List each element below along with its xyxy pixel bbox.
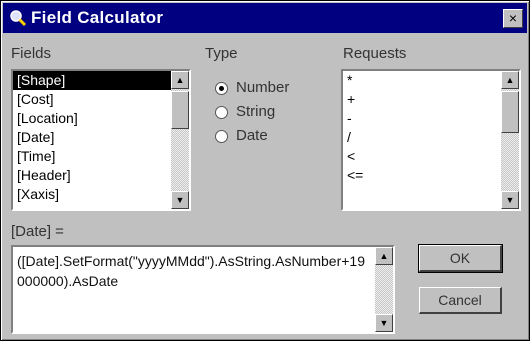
title-bar[interactable]: Field Calculator ×: [3, 3, 527, 33]
arrow-up-icon: ▲: [505, 75, 515, 85]
requests-list-item[interactable]: /: [343, 128, 501, 147]
fields-list-items: [Shape] [Cost] [Location] [Date] [Time] [Head…: [13, 71, 171, 209]
close-button[interactable]: ×: [503, 9, 523, 28]
requests-list[interactable]: * + - / < <= ▲ ▼: [341, 69, 521, 211]
field-calculator-dialog: Field Calculator × Fields Type Requests …: [0, 0, 530, 341]
arrow-down-icon: ▼: [379, 318, 389, 328]
close-icon: ×: [508, 10, 518, 26]
fields-list-item[interactable]: [Time]: [13, 147, 171, 166]
requests-list-item[interactable]: *: [343, 71, 501, 90]
scroll-down-button[interactable]: ▼: [375, 314, 393, 332]
fields-list-item[interactable]: [Shape]: [13, 71, 171, 90]
radio-label: Date: [236, 127, 268, 144]
radio-circle[interactable]: [215, 82, 228, 95]
scroll-down-button[interactable]: ▼: [171, 191, 189, 209]
type-radio-string[interactable]: String: [215, 103, 325, 123]
fields-list-item[interactable]: [Xaxis]: [13, 185, 171, 204]
window-title: Field Calculator: [31, 8, 164, 27]
scroll-up-button[interactable]: ▲: [501, 71, 519, 89]
requests-list-item[interactable]: -: [343, 109, 501, 128]
radio-label: Number: [236, 79, 290, 96]
ok-button[interactable]: OK: [418, 244, 503, 273]
arrow-up-icon: ▲: [175, 75, 185, 85]
radio-circle[interactable]: [215, 106, 228, 119]
arrow-up-icon: ▲: [379, 251, 389, 261]
arrow-down-icon: ▼: [505, 195, 515, 205]
cancel-button[interactable]: Cancel: [419, 287, 502, 314]
scroll-down-button[interactable]: ▼: [501, 191, 519, 209]
type-radio-number[interactable]: Number: [215, 79, 325, 99]
fields-list-item[interactable]: [Date]: [13, 128, 171, 147]
fields-label: Fields: [11, 45, 52, 62]
radio-selected-dot: [219, 86, 224, 91]
requests-label: Requests: [343, 45, 407, 62]
target-field-label: [Date] =: [11, 223, 64, 240]
arrow-down-icon: ▼: [175, 195, 185, 205]
fields-list[interactable]: [Shape] [Cost] [Location] [Date] [Time] [Head…: [11, 69, 191, 211]
expression-text: ([Date].SetFormat("yyyyMMdd").AsString.A…: [17, 253, 365, 289]
fields-list-item[interactable]: [Location]: [13, 109, 171, 128]
scroll-thumb[interactable]: [501, 91, 519, 133]
expression-textarea[interactable]: ([Date].SetFormat("yyyyMMdd").AsString.A…: [11, 245, 395, 334]
radio-label: String: [236, 103, 276, 120]
requests-list-item[interactable]: <: [343, 147, 501, 166]
fields-scrollbar[interactable]: ▲ ▼: [171, 71, 189, 209]
expression-scrollbar[interactable]: ▲ ▼: [375, 247, 393, 332]
type-label: Type: [205, 45, 238, 62]
requests-scrollbar[interactable]: ▲ ▼: [501, 71, 519, 209]
requests-list-items: * + - / < <=: [343, 71, 501, 209]
scroll-up-button[interactable]: ▲: [171, 71, 189, 89]
radio-circle[interactable]: [215, 130, 228, 143]
fields-list-item[interactable]: [Header]: [13, 166, 171, 185]
type-radio-date[interactable]: Date: [215, 127, 325, 147]
scroll-thumb[interactable]: [171, 91, 189, 129]
scroll-up-button[interactable]: ▲: [375, 247, 393, 265]
requests-list-item[interactable]: <=: [343, 166, 501, 185]
calculator-icon: [10, 10, 27, 27]
requests-list-item[interactable]: +: [343, 90, 501, 109]
fields-list-item[interactable]: [Cost]: [13, 90, 171, 109]
